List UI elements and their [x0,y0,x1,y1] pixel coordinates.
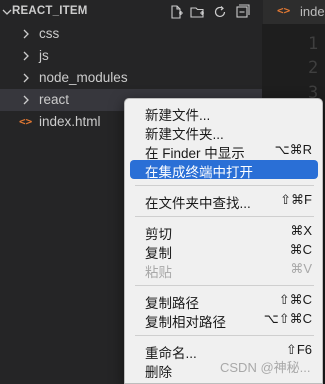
menu-item-shortcut: ⌥⌘R [274,142,312,157]
menu-item-paste[interactable]: 粘贴 ⌘V [130,260,318,280]
tree-item-label: css [39,26,60,41]
menu-item-shortcut: ⌥⇧⌘C [263,311,312,326]
menu-item-label: 粘贴 [145,265,172,280]
menu-item-label: 复制相对路径 [145,315,226,330]
menu-item-cut[interactable]: 剪切 ⌘X [130,222,318,242]
menu-item-reveal-in-finder[interactable]: 在 Finder 中显示 ⌥⌘R [130,141,318,161]
chevron-right-icon [23,73,29,83]
menu-item-new-folder[interactable]: 新建文件夹... [130,122,318,142]
menu-item-label: 剪切 [145,227,172,242]
menu-item-copy[interactable]: 复制 ⌘C [130,241,318,261]
folder-js[interactable]: js [0,45,262,67]
menu-item-find-in-folder[interactable]: 在文件夹中查找... ⇧⌘F [130,191,318,211]
menu-item-copy-relative-path[interactable]: 复制相对路径 ⌥⇧⌘C [130,310,318,330]
menu-item-new-file[interactable]: 新建文件... [130,103,318,123]
tree-item-label: react [39,92,70,107]
line-number: 1 [308,34,319,54]
menu-item-open-in-terminal[interactable]: 在集成终端中打开 [130,160,318,180]
menu-item-label: 新建文件夹... [145,127,224,142]
tree-item-label: js [39,48,49,63]
watermark: CSDN @神秘... [220,360,311,375]
menu-item-label: 在文件夹中查找... [145,196,251,211]
menu-item-shortcut: ⌘C [289,242,312,257]
menu-item-label: 复制 [145,246,172,261]
editor-tab[interactable]: <> inde [262,0,325,24]
menu-item-shortcut: ⇧⌘F [280,192,312,207]
explorer-title: REACT_ITEM [12,5,88,17]
menu-item-label: 在 Finder 中显示 [145,146,245,161]
menu-item-label: 删除 [145,365,172,380]
tab-label: inde [300,4,325,19]
menu-item-label: 在集成终端中打开 [145,165,253,180]
menu-item-copy-path[interactable]: 复制路径 ⇧⌘C [130,291,318,311]
menu-separator [135,335,314,336]
menu-separator [135,285,314,286]
menu-separator [135,185,314,186]
menu-separator [135,216,314,217]
html-file-icon: <> [19,115,33,128]
context-menu: 新建文件... 新建文件夹... 在 Finder 中显示 ⌥⌘R 在集成终端中… [124,98,323,384]
menu-item-shortcut: ⌘X [290,223,312,238]
line-number: 2 [308,58,319,78]
menu-item-label: 新建文件... [145,108,211,123]
folder-css[interactable]: css [0,23,262,45]
chevron-right-icon [23,29,29,39]
html-file-icon: <> [277,4,291,17]
explorer-header[interactable]: REACT_ITEM [0,0,262,24]
collapse-all-icon[interactable] [234,4,250,20]
menu-item-shortcut: ⇧⌘C [278,292,312,307]
chevron-right-icon [23,51,29,61]
tree-item-label: index.html [39,114,101,129]
menu-item-label: 重命名... [145,346,197,361]
menu-item-shortcut: ⌘V [290,261,312,276]
tree-item-label: node_modules [39,70,128,85]
menu-item-shortcut: ⇧F6 [285,342,312,357]
folder-node-modules[interactable]: node_modules [0,67,262,89]
menu-item-label: 复制路径 [145,296,199,311]
chevron-right-icon [23,95,29,105]
refresh-icon[interactable] [212,4,228,20]
new-folder-icon[interactable] [190,4,206,20]
new-file-icon[interactable] [168,4,184,20]
